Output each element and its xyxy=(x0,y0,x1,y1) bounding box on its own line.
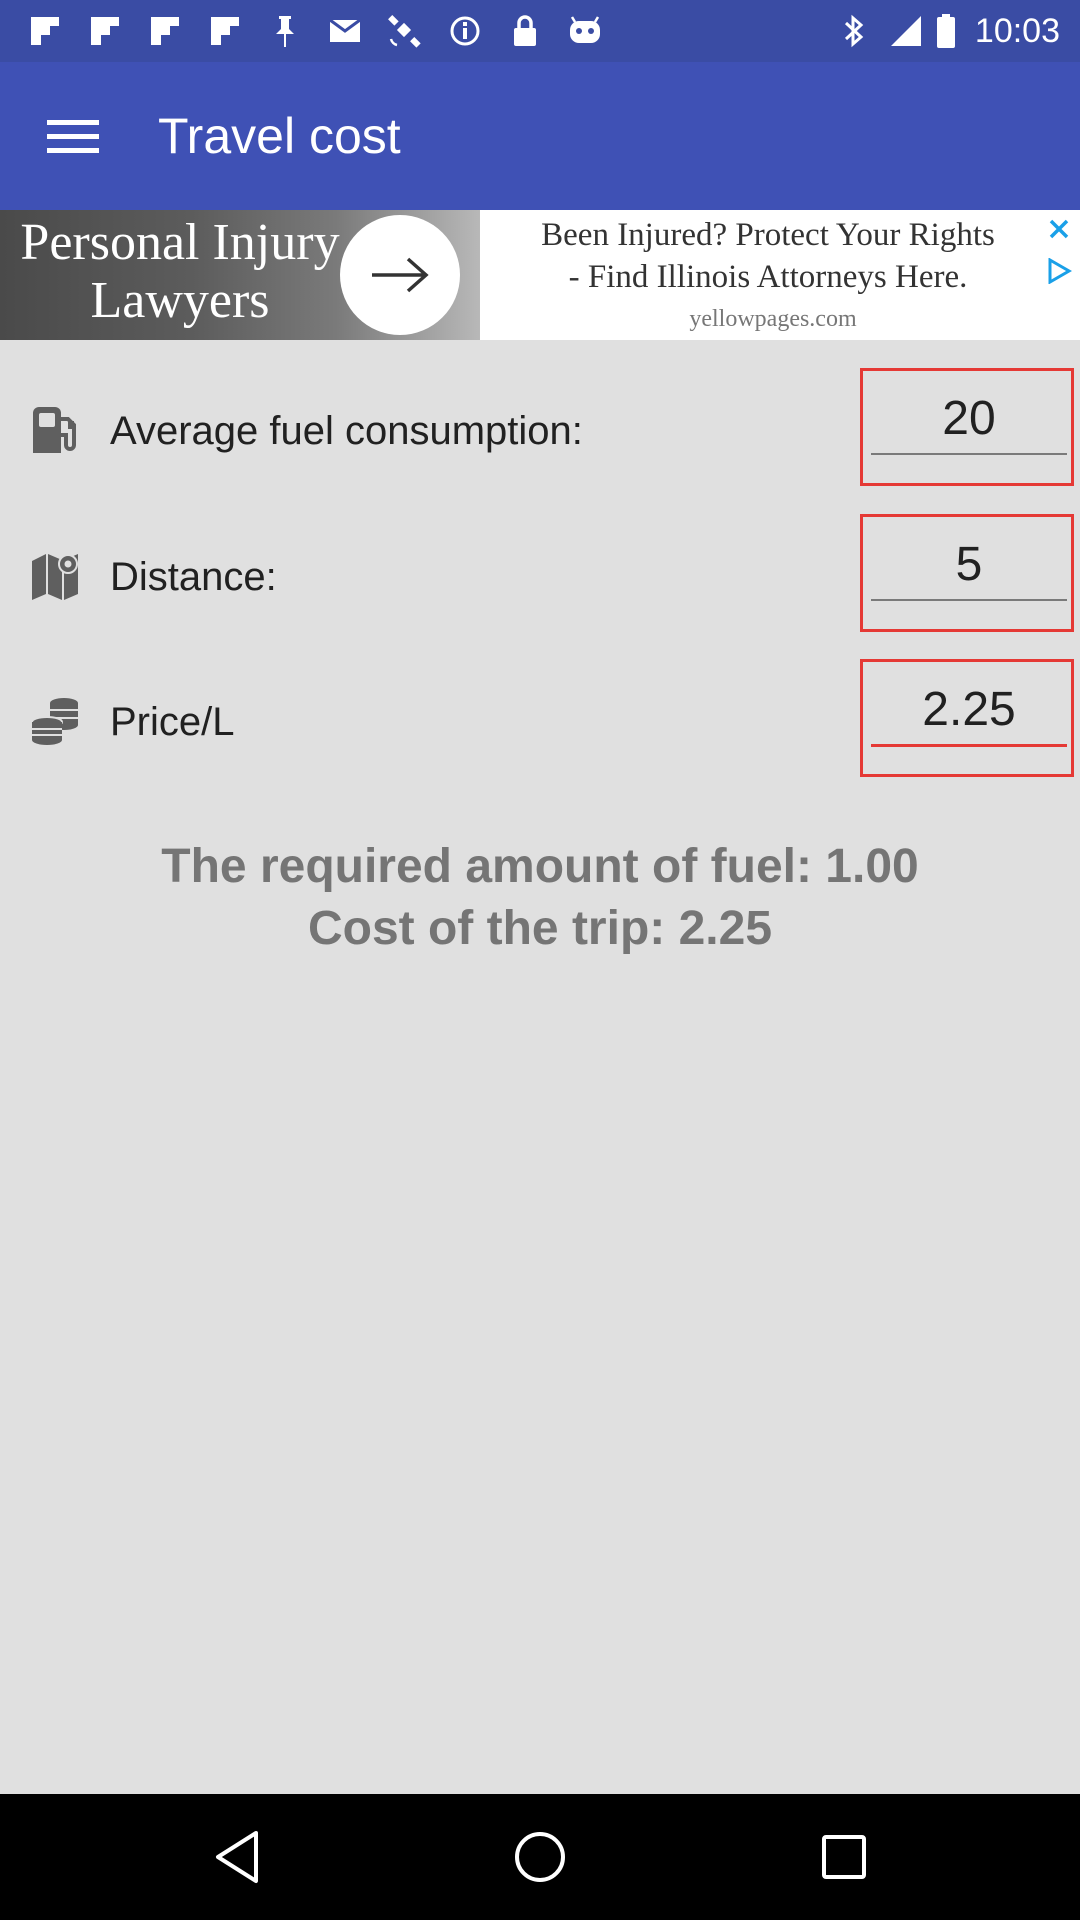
distance-input[interactable] xyxy=(871,529,1067,601)
navigation-bar xyxy=(0,1794,1080,1920)
lock-icon xyxy=(506,12,544,50)
recents-icon xyxy=(822,1835,866,1879)
ad-image[interactable]: Personal Injury Lawyers xyxy=(0,210,480,340)
fuel-consumption-input[interactable] xyxy=(871,383,1067,455)
ad-choices-button[interactable] xyxy=(1044,256,1074,286)
fuel-amount-result: The required amount of fuel: 1.00 xyxy=(161,840,919,893)
app-bar: Travel cost xyxy=(0,62,1080,210)
status-bar: 10:03 xyxy=(0,0,1080,62)
satellite-icon xyxy=(386,12,424,50)
flipboard-icon xyxy=(206,12,244,50)
signal-icon xyxy=(887,12,925,50)
battery-icon xyxy=(935,12,957,50)
ad-arrow-button[interactable] xyxy=(340,215,460,335)
back-icon xyxy=(216,1831,258,1883)
price-row: Price/L xyxy=(0,659,1080,783)
ad-domain[interactable]: yellowpages.com xyxy=(488,306,1058,333)
distance-field-box xyxy=(860,514,1074,632)
close-icon xyxy=(1049,219,1069,239)
bluetooth-icon xyxy=(835,12,873,50)
menu-button[interactable] xyxy=(36,106,110,166)
recents-button[interactable] xyxy=(809,1822,879,1892)
arrow-right-icon xyxy=(372,257,429,293)
results: The required amount of fuel: 1.00 Cost o… xyxy=(0,836,1080,960)
home-button[interactable] xyxy=(505,1822,575,1892)
fuel-consumption-field-box xyxy=(860,368,1074,486)
coins-icon xyxy=(30,696,80,746)
fuel-consumption-row: Average fuel consumption: xyxy=(0,368,1080,492)
system-indicators: 10:03 xyxy=(835,10,1060,52)
android-icon xyxy=(566,12,604,50)
home-icon xyxy=(515,1832,565,1882)
adchoices-icon xyxy=(1048,258,1072,284)
hamburger-menu-icon xyxy=(47,120,99,153)
map-icon xyxy=(30,551,80,601)
flipboard-icon xyxy=(86,12,124,50)
price-field-box xyxy=(860,659,1074,777)
distance-label: Distance: xyxy=(110,555,277,599)
flipboard-icon xyxy=(146,12,184,50)
ad-close-button[interactable] xyxy=(1044,214,1074,244)
clock: 10:03 xyxy=(974,11,1060,50)
price-input[interactable] xyxy=(871,674,1067,747)
ad-banner[interactable]: Personal Injury Lawyers Been Injured? Pr… xyxy=(0,210,1080,340)
fuel-pump-icon xyxy=(30,405,80,455)
info-icon xyxy=(446,12,484,50)
ad-headline[interactable]: Been Injured? Protect Your Rights - Find… xyxy=(488,214,1048,298)
notification-icons xyxy=(26,12,626,50)
ad-image-text: Personal Injury Lawyers xyxy=(20,214,340,329)
pin-icon xyxy=(266,12,304,50)
distance-row: Distance: xyxy=(0,514,1080,638)
page-title: Travel cost xyxy=(158,108,401,164)
flipboard-icon xyxy=(26,12,64,50)
fuel-consumption-label: Average fuel consumption: xyxy=(110,409,583,453)
trip-cost-result: Cost of the trip: 2.25 xyxy=(307,902,773,955)
back-button[interactable] xyxy=(202,1822,272,1892)
price-label: Price/L xyxy=(110,700,235,744)
email-icon xyxy=(326,12,364,50)
